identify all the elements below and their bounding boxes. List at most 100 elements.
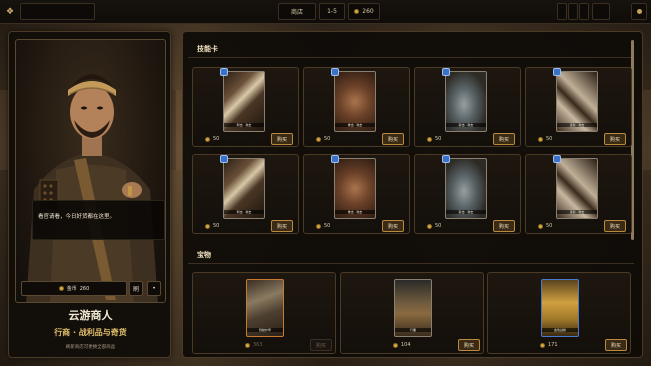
card-label: 连斩 · 攻击 (557, 210, 597, 214)
gem-icon (442, 155, 450, 163)
relic-label: 金色战旗 (542, 328, 578, 332)
relic-art[interactable]: 残破护甲 (246, 279, 284, 337)
coin-icon (393, 342, 398, 348)
card-label: 连斩 · 攻击 (557, 123, 597, 127)
card-label: 刺击 · 攻击 (224, 123, 264, 127)
divider (188, 57, 634, 58)
skill-card-slot[interactable]: 连斩 · 攻击 50 购买 (525, 67, 632, 147)
card-price: 50 (538, 136, 552, 142)
top-gold-display: 260 (348, 3, 380, 20)
skill-card-art[interactable]: 刺击 · 攻击 (223, 71, 265, 132)
skill-card-slot[interactable]: 重击 · 攻击 50 购买 (303, 154, 410, 234)
buy-button[interactable]: 购买 (271, 133, 293, 145)
buy-button[interactable]: 购买 (604, 133, 626, 145)
card-price: 50 (427, 136, 441, 142)
skill-card-art[interactable]: 连斩 · 攻击 (556, 158, 598, 219)
merchant-portrait: 看官请看，今日好货都在这里。 (15, 39, 166, 303)
coin-icon (245, 342, 250, 348)
card-price: 50 (316, 223, 330, 229)
status-slot-3 (579, 3, 589, 20)
skill-card-art[interactable]: 刺击 · 攻击 (223, 158, 265, 219)
divider (188, 263, 634, 264)
merchant-illustration (26, 74, 158, 302)
top-gold-value: 260 (362, 8, 374, 15)
price-value: 171 (548, 342, 558, 348)
relic-price: 104 (393, 342, 411, 348)
gem-icon (553, 68, 561, 76)
stage-indicator: 1-5 (319, 3, 345, 20)
skill-section-title: 技能卡 (197, 45, 218, 53)
coin-icon (427, 223, 432, 229)
card-price: 50 (316, 136, 330, 142)
skill-card-art[interactable]: 连斩 · 攻击 (556, 71, 598, 132)
skill-card-art[interactable]: 重击 · 攻击 (334, 158, 376, 219)
price-value: 363 (253, 342, 263, 348)
relic-label: 行囊 (395, 328, 431, 332)
gem-icon (331, 155, 339, 163)
top-left-slot (20, 3, 95, 20)
card-price: 50 (205, 136, 219, 142)
merchant-speech: 看官请看，今日好货都在这里。 (32, 200, 165, 240)
skill-card-art[interactable]: 斩击 · 攻击 (445, 71, 487, 132)
skill-card-art[interactable]: 重击 · 攻击 (334, 71, 376, 132)
merchant-panel: 看官请看，今日好货都在这里。 金币 260 刷 • 云游商人 行商 · 战利品与… (8, 31, 171, 358)
coin-icon (354, 9, 360, 14)
skill-card-slot[interactable]: 刺击 · 攻击 50 购买 (192, 154, 299, 234)
merchant-subtitle: 行商 · 战利品与奇货 (54, 328, 127, 337)
coin-icon (316, 223, 321, 229)
relic-price: 363 (245, 342, 263, 348)
merchant-gold-display: 金币 260 (21, 281, 127, 296)
buy-button[interactable]: 购买 (493, 133, 515, 145)
price-value: 104 (401, 342, 411, 348)
skill-card-slot[interactable]: 斩击 · 攻击 50 购买 (414, 67, 521, 147)
buy-button[interactable]: 购买 (458, 339, 480, 351)
skill-card-slot[interactable]: 斩击 · 攻击 50 购买 (414, 154, 521, 234)
top-bar: ❖ 商店 1-5 260 (0, 0, 651, 24)
settings-button[interactable] (631, 3, 647, 20)
price-value: 50 (435, 223, 442, 229)
price-value: 50 (324, 136, 331, 142)
card-label: 斩击 · 攻击 (446, 210, 486, 214)
coin-icon (427, 136, 432, 142)
menu-logo-icon[interactable]: ❖ (2, 4, 18, 19)
relic-art[interactable]: 金色战旗 (541, 279, 579, 337)
buy-button[interactable]: 购买 (382, 220, 404, 232)
coin-icon (316, 136, 321, 142)
skill-card-art[interactable]: 斩击 · 攻击 (445, 158, 487, 219)
merchant-description: 刷新商店可更换全部商品 (65, 345, 116, 350)
gem-icon (442, 68, 450, 76)
skill-card-slot[interactable]: 重击 · 攻击 50 购买 (303, 67, 410, 147)
more-button[interactable]: • (147, 281, 161, 296)
relic-slot[interactable]: 行囊 104 购买 (340, 272, 484, 354)
skill-card-slot[interactable]: 连斩 · 攻击 50 购买 (525, 154, 632, 234)
buy-button[interactable]: 购买 (604, 220, 626, 232)
price-value: 50 (213, 136, 220, 142)
refresh-button[interactable]: 刷 (129, 281, 143, 296)
price-value: 50 (546, 136, 553, 142)
gem-icon (331, 68, 339, 76)
coin-icon (538, 136, 543, 142)
status-slot-1 (557, 3, 567, 20)
price-value: 50 (546, 223, 553, 229)
buy-button[interactable]: 购买 (271, 220, 293, 232)
gem-icon (553, 155, 561, 163)
relic-slot[interactable]: 金色战旗 171 购买 (487, 272, 631, 354)
skill-card-slot[interactable]: 刺击 · 攻击 50 购买 (192, 67, 299, 147)
coin-icon (540, 342, 545, 348)
buy-button[interactable]: 购买 (493, 220, 515, 232)
buy-button[interactable]: 购买 (605, 339, 627, 351)
relic-slot[interactable]: 残破护甲 363 购买 (192, 272, 336, 354)
status-slot-4 (592, 3, 610, 20)
buy-button[interactable]: 购买 (382, 133, 404, 145)
card-price: 50 (205, 223, 219, 229)
price-value: 50 (213, 223, 220, 229)
buy-button[interactable]: 购买 (310, 339, 332, 351)
card-label: 斩击 · 攻击 (446, 123, 486, 127)
card-label: 刺击 · 攻击 (224, 210, 264, 214)
card-price: 50 (538, 223, 552, 229)
coin-icon (205, 136, 210, 142)
card-label: 重击 · 攻击 (335, 123, 375, 127)
status-slot-2 (568, 3, 578, 20)
coin-icon (538, 223, 543, 229)
relic-art[interactable]: 行囊 (394, 279, 432, 337)
